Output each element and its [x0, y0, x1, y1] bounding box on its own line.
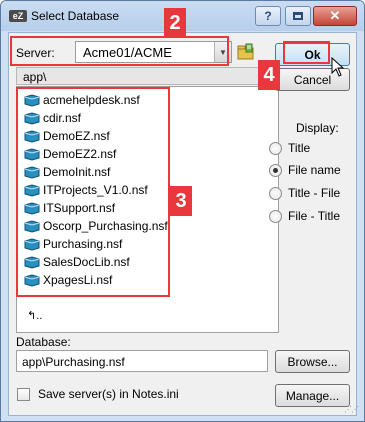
server-folder-icon[interactable] [237, 43, 254, 60]
close-button[interactable]: ✕ [313, 6, 357, 26]
display-option-file-title[interactable]: File - Title [269, 209, 340, 223]
app-icon: eZ [9, 10, 27, 22]
highlight-file-list [16, 87, 170, 297]
maximize-button[interactable] [285, 6, 311, 26]
database-field[interactable]: app\Purchasing.nsf [16, 350, 268, 372]
parent-folder-item[interactable]: ↰.. [27, 309, 42, 322]
save-servers-option[interactable]: Save server(s) in Notes.ini [17, 387, 179, 401]
radio-label: Title - File [288, 186, 341, 200]
radio-button[interactable] [269, 141, 282, 155]
database-value: app\Purchasing.nsf [22, 355, 125, 369]
display-option-title-file[interactable]: Title - File [269, 186, 340, 200]
resize-grip-icon[interactable]: ⋰⋰ [344, 405, 359, 414]
annotation-badge-2: 2 [164, 8, 186, 38]
up-arrow-icon: ↰ [27, 310, 37, 322]
window-title: Select Database [31, 9, 120, 23]
radio-label: File name [288, 163, 341, 177]
highlight-ok [283, 41, 330, 64]
radio-label: File - Title [288, 209, 341, 223]
annotation-badge-3: 3 [170, 186, 192, 216]
display-option-title[interactable]: Title [269, 141, 310, 155]
database-label: Database: [16, 335, 71, 349]
path-text: app\ [23, 70, 47, 84]
annotation-badge-4: 4 [258, 60, 280, 90]
save-servers-label: Save server(s) in Notes.ini [38, 387, 179, 401]
display-option-file-name[interactable]: File name [269, 163, 341, 177]
radio-button[interactable] [269, 186, 282, 200]
mouse-cursor-icon [331, 57, 345, 77]
browse-button[interactable]: Browse... [275, 350, 350, 373]
current-path: app\ [16, 67, 279, 85]
save-servers-checkbox[interactable] [17, 387, 30, 401]
radio-label: Title [288, 141, 311, 155]
maximize-icon [293, 12, 303, 20]
display-label: Display: [296, 121, 339, 135]
manage-button[interactable]: Manage... [275, 384, 350, 407]
up-item-label: .. [36, 310, 43, 322]
highlight-server [10, 36, 229, 66]
help-button[interactable]: ? [255, 6, 281, 26]
radio-button-checked[interactable] [269, 163, 282, 177]
radio-button[interactable] [269, 209, 282, 223]
